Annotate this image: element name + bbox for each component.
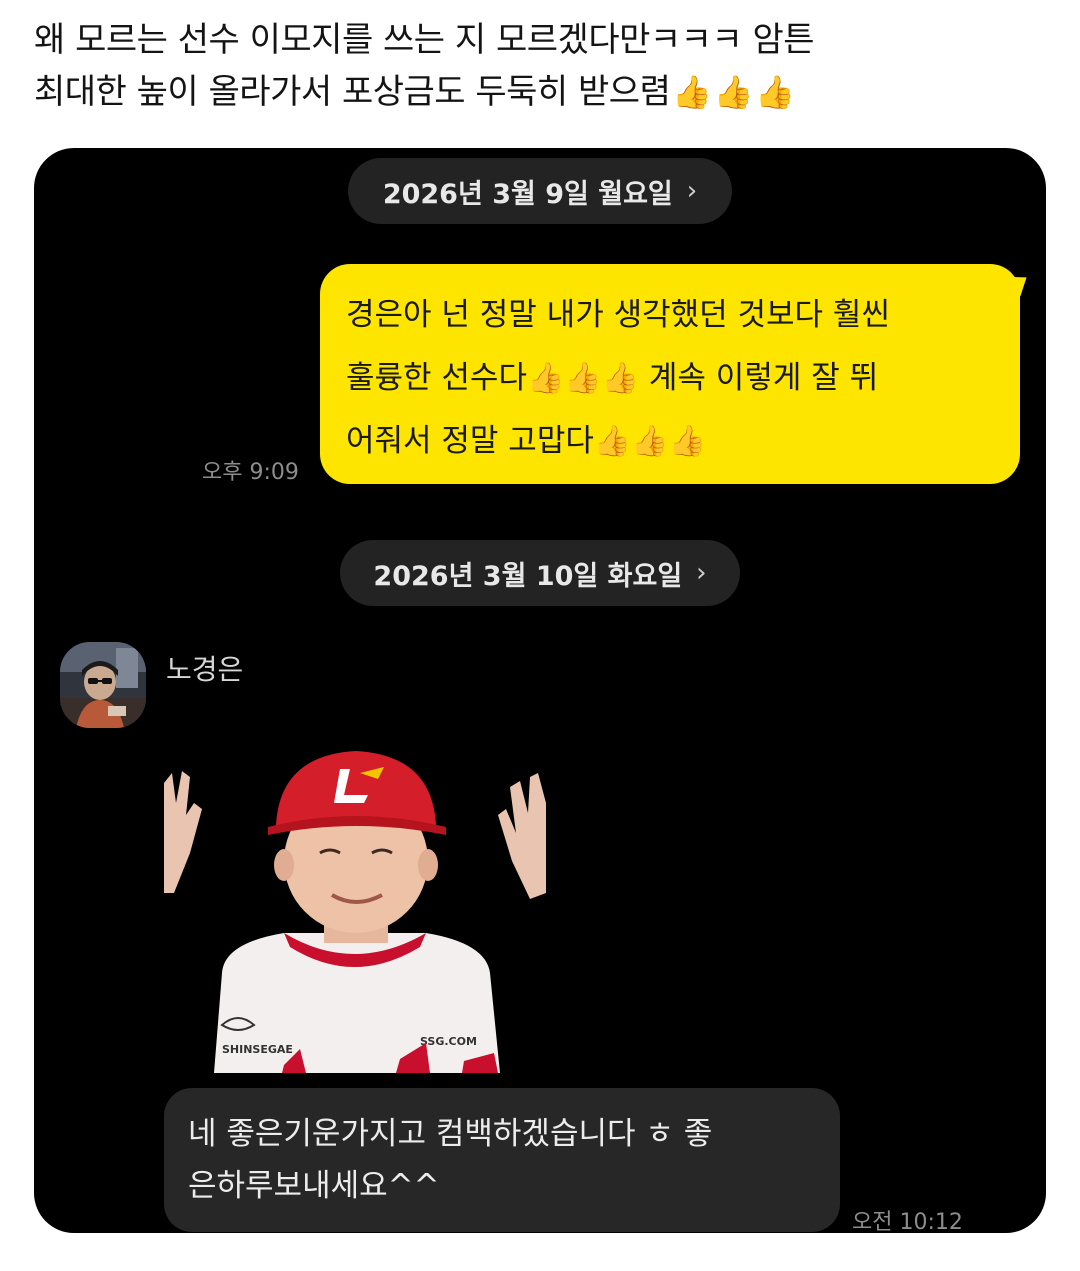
sticker-label-ssgcom: SSG.COM bbox=[420, 1035, 477, 1048]
caption-line-2-text: 최대한 높이 올라가서 포상금도 두둑히 받으렴 bbox=[34, 72, 671, 112]
message-line-2: 은하루보내세요^^ bbox=[188, 1168, 440, 1204]
message-line-3-text: 어줘서 정말 고맙다 bbox=[346, 423, 594, 459]
avatar-photo bbox=[60, 642, 146, 728]
date-divider-march-10[interactable]: 2026년 3월 10일 화요일 › bbox=[340, 540, 740, 606]
message-line-2-a: 훌륭한 선수다 bbox=[346, 360, 527, 396]
player-sticker-image[interactable]: SHINSEGAE SSG.COM bbox=[164, 743, 546, 1073]
caption-line-2: 최대한 높이 올라가서 포상금도 두둑히 받으렴👍👍👍 bbox=[34, 66, 1044, 118]
thumbs-up-icon: 👍 bbox=[668, 424, 706, 459]
caption-line-1: 왜 모르는 선수 이모지를 쓰는 지 모르겠다만ㅋㅋㅋ 암튼 bbox=[34, 20, 815, 60]
sender-name: 노경은 bbox=[166, 653, 244, 686]
chat-screenshot: 2026년 3월 9일 월요일 › 경은아 넌 정말 내가 생각했던 것보다 훨… bbox=[34, 148, 1046, 1233]
date-divider-march-9[interactable]: 2026년 3월 9일 월요일 › bbox=[348, 158, 732, 224]
thumbs-up-icon: 👍 bbox=[713, 73, 754, 111]
thumbs-up-icon: 👍 bbox=[526, 361, 565, 396]
message-line-3: 어줘서 정말 고맙다👍👍👍 bbox=[346, 410, 996, 473]
outgoing-timestamp: 오후 9:09 bbox=[202, 460, 299, 485]
incoming-timestamp: 오전 10:12 bbox=[852, 1210, 963, 1233]
chevron-right-icon: › bbox=[686, 176, 698, 206]
message-line-1: 네 좋은기운가지고 컴백하겠습니다 ㅎ 좋 bbox=[188, 1116, 713, 1152]
chevron-right-icon: › bbox=[696, 558, 707, 588]
thumbs-up-icon: 👍 bbox=[755, 73, 795, 111]
thumbs-up-icon: 👍 bbox=[601, 361, 640, 396]
thumbs-up-icon: 👍 bbox=[593, 424, 632, 459]
thumbs-up-icon: 👍 bbox=[672, 73, 712, 111]
post-caption: 왜 모르는 선수 이모지를 쓰는 지 모르겠다만ㅋㅋㅋ 암튼 최대한 높이 올라… bbox=[34, 14, 1044, 118]
sender-avatar[interactable] bbox=[60, 642, 146, 728]
message-line-1: 경은아 넌 정말 내가 생각했던 것보다 훨씬 bbox=[346, 297, 890, 333]
outgoing-message-bubble[interactable]: 경은아 넌 정말 내가 생각했던 것보다 훨씬 훌륭한 선수다👍👍👍 계속 이렇… bbox=[320, 264, 1020, 484]
player-sticker: SHINSEGAE SSG.COM bbox=[164, 743, 546, 1073]
thumbs-up-icon: 👍 bbox=[564, 361, 602, 396]
incoming-message-bubble[interactable]: 네 좋은기운가지고 컴백하겠습니다 ㅎ 좋 은하루보내세요^^ bbox=[164, 1088, 840, 1232]
date-divider-label: 2026년 3월 9일 월요일 bbox=[382, 178, 673, 210]
date-divider-label: 2026년 3월 10일 화요일 bbox=[373, 560, 683, 592]
message-line-2: 훌륭한 선수다👍👍👍 계속 이렇게 잘 뛰 bbox=[346, 347, 996, 410]
message-line-2-b: 계속 이렇게 잘 뛰 bbox=[639, 360, 879, 396]
thumbs-up-icon: 👍 bbox=[631, 424, 669, 459]
sticker-label-shinsegae: SHINSEGAE bbox=[222, 1043, 293, 1056]
